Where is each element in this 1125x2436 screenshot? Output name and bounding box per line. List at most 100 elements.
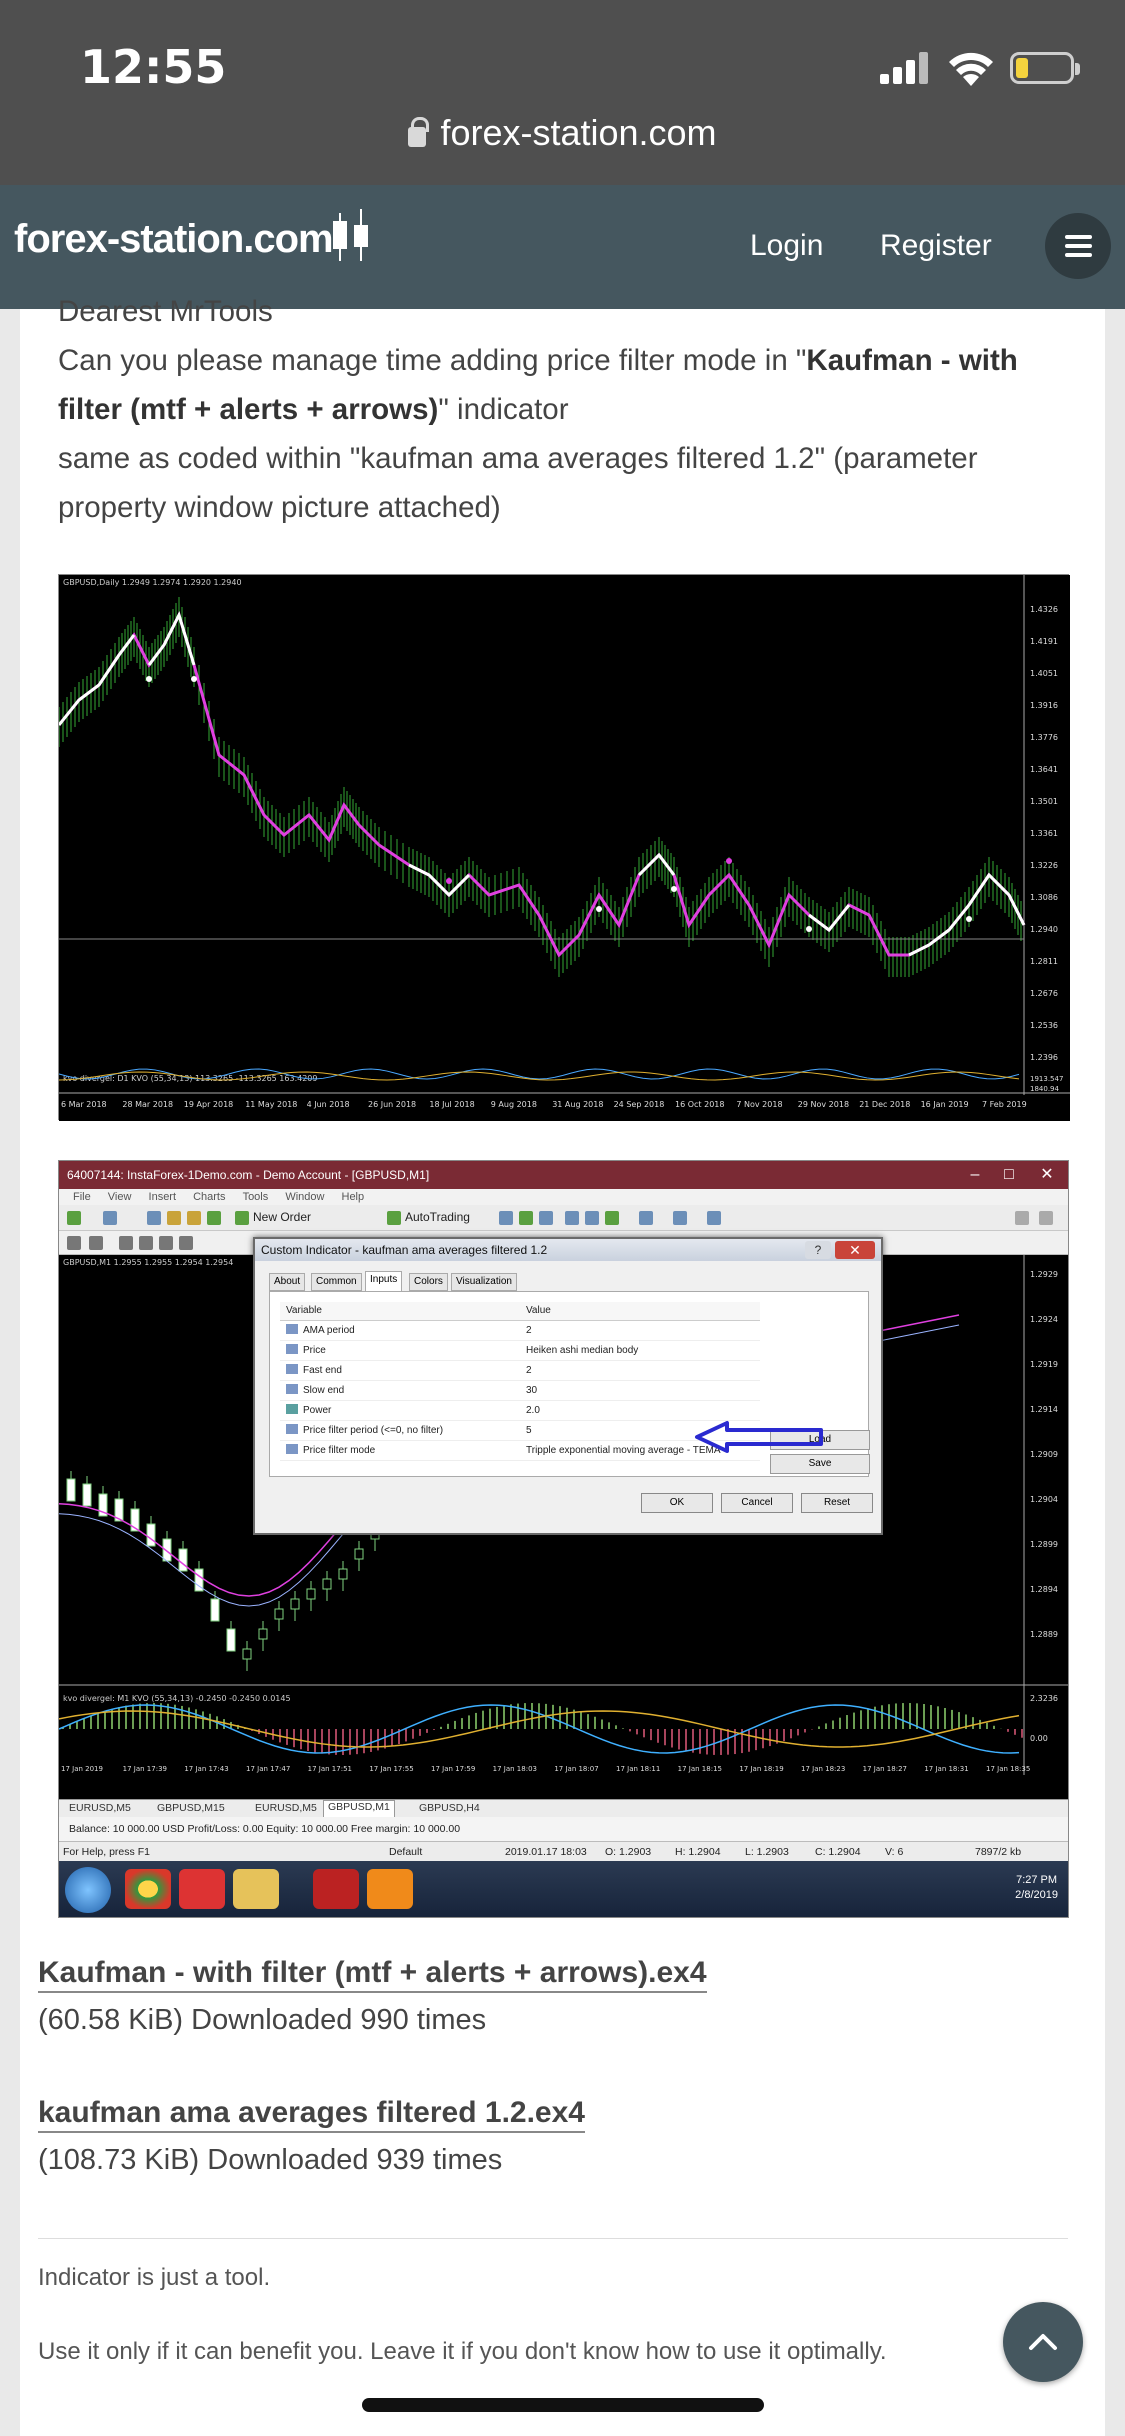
- y-tick-label: 1.2396: [1030, 1053, 1058, 1062]
- chart2-candle-body: [290, 1598, 300, 1610]
- scroll-to-top-button[interactable]: [1003, 2302, 1083, 2382]
- column-variable: Variable: [280, 1302, 520, 1321]
- x-tick-label: 9 Aug 2018: [491, 1100, 537, 1109]
- chart2-y-tick-label: 1.2914: [1030, 1405, 1058, 1414]
- chart2-x-tick-label: 17 Jan 18:07: [554, 1765, 598, 1773]
- symbol-tab: GBPUSD,H4: [419, 1802, 480, 1814]
- gbpusd-daily-chart-image[interactable]: GBPUSD,Daily 1.2949 1.2974 1.2920 1.2940…: [58, 574, 1070, 1121]
- annotation-arrow-icon: [695, 1421, 823, 1453]
- url-text: forex-station.com: [440, 112, 717, 153]
- candlestick-logo-icon: [333, 209, 368, 261]
- symbol-tab-active: GBPUSD,M1: [323, 1800, 395, 1818]
- parameter-icon: [286, 1384, 298, 1394]
- table-row: Price filter mode Tripple exponential mov…: [280, 1440, 760, 1461]
- dialog-title: Custom Indicator - kaufman ama averages …: [255, 1239, 881, 1261]
- battery-icon: [1010, 52, 1080, 84]
- y-tick-label: 1.2811: [1030, 957, 1058, 966]
- post-body: Dearest MrTools Can you please manage ti…: [58, 295, 1088, 532]
- attachment-link[interactable]: Kaufman - with filter (mtf + alerts + ar…: [38, 1956, 707, 1993]
- url-bar[interactable]: forex-station.com: [0, 112, 1125, 154]
- signal-dot: [966, 916, 972, 922]
- attachment-link[interactable]: kaufman ama averages filtered 1.2.ex4: [38, 2096, 585, 2133]
- post-paragraph-1: Can you please manage time adding price …: [58, 336, 1088, 434]
- market-watch-icon: [147, 1211, 161, 1225]
- symbol-tab: EURUSD,M5: [69, 1802, 131, 1814]
- status-close: C: 1.2904: [815, 1846, 861, 1858]
- line-chart-icon: [539, 1211, 553, 1225]
- tab-inputs: Inputs: [365, 1271, 403, 1291]
- param-name: Price filter mode: [303, 1445, 376, 1456]
- chart2-candle-body: [178, 1548, 188, 1572]
- y-tick-label: 1.2536: [1030, 1021, 1058, 1030]
- vertical-line-icon: [119, 1236, 133, 1250]
- param-value: Heiken ashi median body: [520, 1340, 760, 1361]
- chart2-y-tick-label: 1.2924: [1030, 1315, 1058, 1324]
- chart2-x-tick-label: 17 Jan 18:35: [986, 1765, 1030, 1773]
- register-link[interactable]: Register: [880, 229, 992, 263]
- oscillator-tick-label: 1913.547: [1030, 1075, 1063, 1083]
- x-tick-label: 18 Jul 2018: [429, 1100, 474, 1109]
- chart2-osc-tick-label: -2.1748: [1030, 1774, 1061, 1775]
- wifi-icon: [949, 52, 993, 86]
- x-tick-label: 16 Jan 2019: [921, 1100, 969, 1109]
- param-name: Price filter period (<=0, no filter): [303, 1425, 444, 1436]
- horizontal-line-icon: [139, 1236, 153, 1250]
- x-tick-label: 4 Jun 2018: [307, 1100, 350, 1109]
- channel-icon: [179, 1236, 193, 1250]
- post-paragraph-2: same as coded within "kaufman ama averag…: [58, 442, 978, 524]
- chart2-x-tick-label: 17 Jan 17:47: [246, 1765, 290, 1773]
- terminal-balance-bar: Balance: 10 000.00 USD Profit/Loss: 0.00…: [59, 1817, 1068, 1841]
- param-value: 2: [520, 1320, 760, 1341]
- x-tick-label: 6 Mar 2018: [61, 1100, 107, 1109]
- attachment-meta: (60.58 KiB) Downloaded 990 times: [38, 2004, 487, 2036]
- media-player-icon: [179, 1869, 225, 1909]
- x-tick-label: 31 Aug 2018: [552, 1100, 603, 1109]
- menu-charts: Charts: [193, 1191, 226, 1203]
- menu-window: Window: [285, 1191, 325, 1203]
- hamburger-menu-button[interactable]: [1045, 213, 1111, 279]
- tile-icon: [605, 1211, 619, 1225]
- windows-start-icon: [65, 1867, 111, 1913]
- mt4-settings-screenshot-image[interactable]: 64007144: InstaForex-1Demo.com - Demo Ac…: [58, 1160, 1069, 1918]
- login-link[interactable]: Login: [750, 229, 823, 263]
- parameter-icon: [286, 1344, 298, 1354]
- chevron-up-icon: [1029, 2334, 1057, 2350]
- menu-help: Help: [341, 1191, 365, 1203]
- param-name: Fast end: [303, 1365, 342, 1376]
- tab-colors: Colors: [409, 1273, 448, 1291]
- chart2-x-tick-label: 17 Jan 18:03: [493, 1765, 537, 1773]
- new-order-label: New Order: [253, 1210, 312, 1224]
- chart2-y-tick-label: 1.2899: [1030, 1540, 1058, 1549]
- trendline-icon: [159, 1236, 173, 1250]
- chart2-osc-header-text: kvo divergel: M1 KVO (55,34,13) -0.2450 …: [63, 1694, 291, 1703]
- y-tick-label: 1.2676: [1030, 989, 1058, 998]
- chart2-x-tick-label: 17 Jan 18:27: [863, 1765, 907, 1773]
- table-row: Fast end 2: [280, 1360, 760, 1381]
- reset-button: Reset: [801, 1493, 873, 1513]
- folder-icon: [233, 1869, 279, 1909]
- chart2-candle-body: [242, 1648, 252, 1660]
- param-name: Price: [303, 1345, 326, 1356]
- chart2-candle-body: [66, 1478, 76, 1502]
- chart2-y-tick-label: 1.2889: [1030, 1630, 1058, 1639]
- post-text-segment: " indicator: [438, 393, 569, 426]
- symbol-tabs: EURUSD,M5 GBPUSD,M15 EURUSD,M5 GBPUSD,M1…: [59, 1799, 1068, 1818]
- new-order-icon: [235, 1211, 249, 1225]
- post-text-segment: Can you please manage time adding price …: [58, 344, 807, 377]
- param-name: Power: [303, 1405, 332, 1416]
- parameter-icon: [286, 1424, 298, 1434]
- mt4-window-title: 64007144: InstaForex-1Demo.com - Demo Ac…: [59, 1161, 1068, 1189]
- site-logo[interactable]: forex-station.com: [14, 217, 334, 262]
- status-open: O: 1.2903: [605, 1846, 652, 1858]
- x-tick-label: 19 Apr 2018: [184, 1100, 233, 1109]
- chart2-candle-body: [338, 1568, 348, 1580]
- signal-dot: [726, 858, 732, 864]
- chart2-y-tick-label: 1.2909: [1030, 1450, 1058, 1459]
- attachment-2: kaufman ama averages filtered 1.2.ex4 (1…: [38, 2096, 585, 2177]
- chart2-x-tick-label: 17 Jan 18:23: [801, 1765, 845, 1773]
- menu-insert: Insert: [148, 1191, 177, 1203]
- status-bar: 12:55 forex-station.com: [0, 0, 1125, 185]
- chart2-x-tick-label: 17 Jan 17:43: [184, 1765, 228, 1773]
- post-greeting: Dearest MrTools: [58, 295, 273, 328]
- navigator-icon: [167, 1211, 181, 1225]
